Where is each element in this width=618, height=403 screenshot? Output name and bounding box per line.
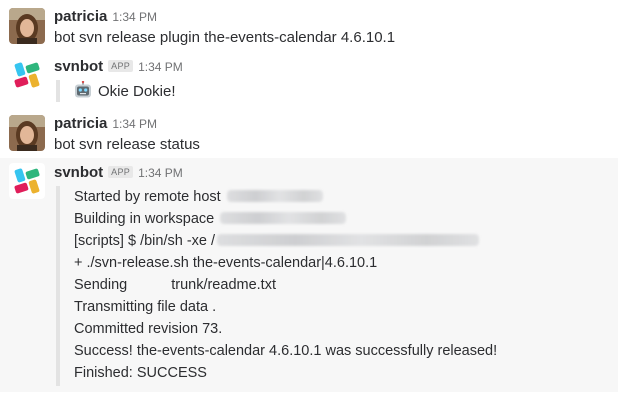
log-text: trunk/readme.txt <box>171 277 276 293</box>
message-timestamp[interactable]: 1:34 PM <box>112 117 157 131</box>
app-badge: APP <box>108 166 134 178</box>
log-line-success: Success! the-events-calendar 4.6.10.1 wa… <box>74 343 498 359</box>
attachment: Started by remote host Building in works… <box>56 186 580 386</box>
log-line-committed: Committed revision 73. <box>74 321 223 337</box>
log-line-transmitting: Transmitting file data . <box>74 299 217 315</box>
bot-avatar-svnbot[interactable] <box>9 57 45 93</box>
message-row[interactable]: patricia 1:34 PM bot svn release plugin t… <box>0 0 618 52</box>
log-text: [scripts] $ /bin/sh -xe / <box>74 233 216 249</box>
redacted-host <box>226 190 323 202</box>
message-text: bot svn release status <box>54 136 200 153</box>
robot-face-icon <box>74 80 92 99</box>
log-line-svn-release: + ./svn-release.sh the-events-calendar|4… <box>74 255 378 271</box>
message-row[interactable]: svnbot APP 1:34 PM Started by remote host … <box>0 158 618 392</box>
redacted-script-path <box>217 234 480 246</box>
message-row[interactable]: patricia 1:34 PM bot svn release status <box>0 108 618 158</box>
log-line-finished: Finished: SUCCESS <box>74 365 207 381</box>
app-badge: APP <box>108 60 134 72</box>
log-line-started: Started by remote host <box>74 189 323 205</box>
message-timestamp[interactable]: 1:34 PM <box>112 10 157 24</box>
user-avatar-patricia[interactable] <box>9 8 45 44</box>
attachment-text: Okie Dokie! <box>98 83 176 100</box>
log-text: Building in workspace <box>74 211 215 227</box>
message-author[interactable]: patricia <box>54 8 107 25</box>
log-line-building: Building in workspace <box>74 211 347 227</box>
log-text: Started by remote host <box>74 189 221 205</box>
log-line-scripts: [scripts] $ /bin/sh -xe / <box>74 233 480 249</box>
attachment-line: Okie Dokie! <box>74 80 176 100</box>
message-timestamp[interactable]: 1:34 PM <box>138 166 183 180</box>
log-line-sending: Sending trunk/readme.txt <box>74 277 276 293</box>
log-text: Sending <box>74 277 128 293</box>
message-row[interactable]: svnbot APP 1:34 PM Okie Dokie! <box>0 52 618 108</box>
message-author[interactable]: svnbot <box>54 58 103 75</box>
message-text: bot svn release plugin the-events-calend… <box>54 29 396 46</box>
message-author[interactable]: svnbot <box>54 164 103 181</box>
message-timestamp[interactable]: 1:34 PM <box>138 60 183 74</box>
bot-avatar-svnbot[interactable] <box>9 163 45 199</box>
redacted-path <box>220 212 347 224</box>
message-author[interactable]: patricia <box>54 115 107 132</box>
attachment: Okie Dokie! <box>56 80 360 102</box>
user-avatar-patricia[interactable] <box>9 115 45 151</box>
